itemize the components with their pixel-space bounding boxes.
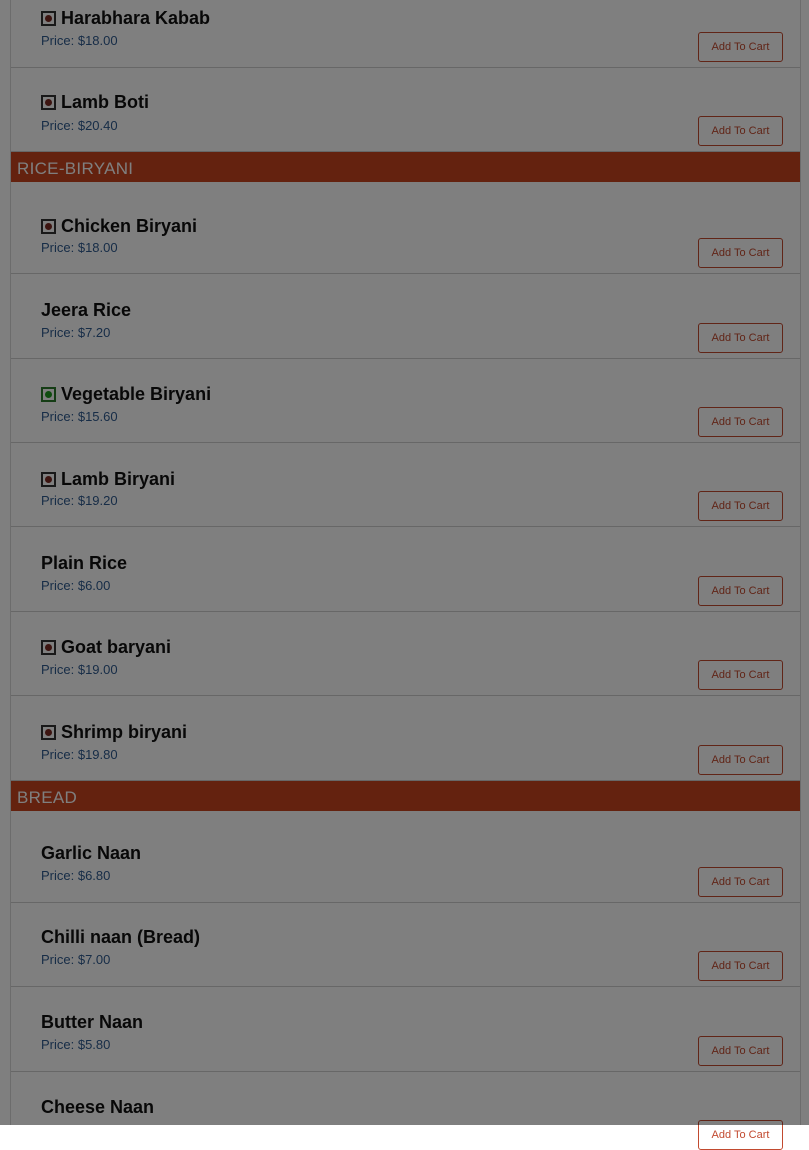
modal-backdrop-overlay[interactable] [0, 0, 809, 1125]
